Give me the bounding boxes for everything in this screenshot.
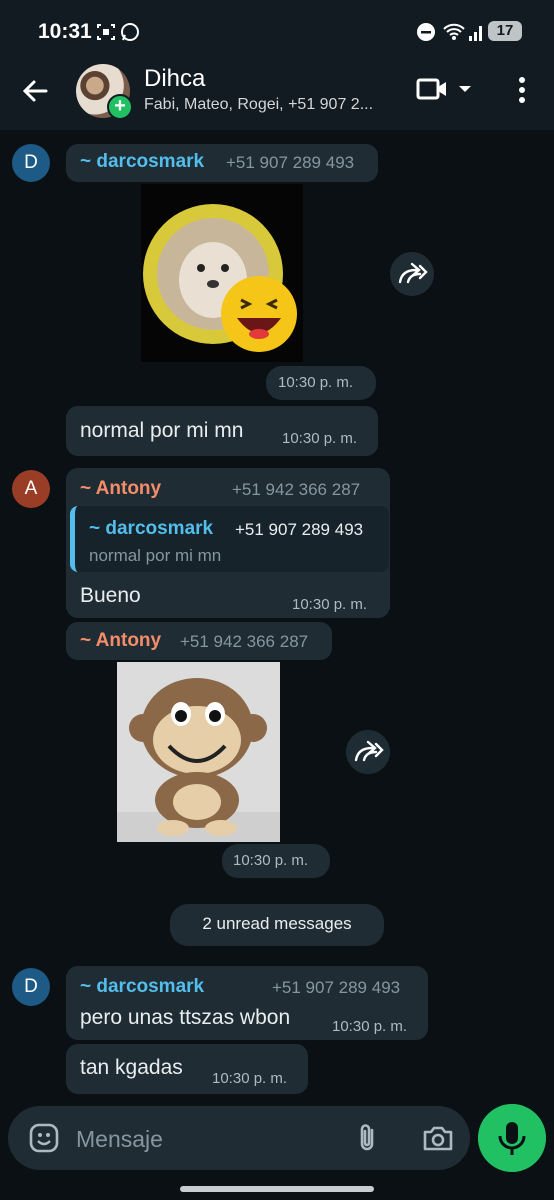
message-time: 10:30 p. m.: [292, 596, 368, 613]
message-time: 10:30 p. m.: [282, 430, 358, 447]
message-bubble[interactable]: ~ Antony +51 942 366 287 ~ darcosmark +5…: [66, 468, 390, 618]
sender-header: ~ Antony +51 942 366 287: [66, 622, 332, 660]
quoted-text: normal por mi mn: [89, 546, 222, 565]
add-member-icon[interactable]: +: [107, 94, 133, 120]
message-text: Bueno: [80, 584, 141, 607]
status-time: 10:31: [38, 20, 92, 43]
sender-avatar[interactable]: A: [12, 470, 50, 508]
sticker-monkey-plush[interactable]: [117, 662, 280, 842]
message-time: 10:30 p. m.: [278, 374, 354, 391]
sender-name[interactable]: ~ darcosmark: [80, 151, 204, 173]
sender-name[interactable]: ~ darcosmark: [80, 976, 204, 998]
message-composer: [8, 1106, 470, 1170]
message-text: tan kgadas: [80, 1056, 183, 1079]
home-indicator: [180, 1186, 374, 1192]
sticker-laughing-dog[interactable]: [141, 184, 303, 362]
sender-phone: +51 942 366 287: [180, 632, 309, 651]
message-time: 10:30 p. m.: [212, 1070, 288, 1087]
sender-phone: +51 907 289 493: [226, 153, 355, 172]
back-arrow-icon[interactable]: [20, 76, 50, 106]
timestamp-pill: 10:30 p. m.: [222, 844, 330, 878]
more-options-icon[interactable]: [514, 76, 530, 104]
chevron-down-icon[interactable]: [458, 84, 472, 94]
unread-messages-divider: 2 unread messages: [170, 904, 384, 946]
quoted-sender: ~ darcosmark: [89, 518, 214, 539]
forward-icon[interactable]: [346, 730, 390, 774]
whatsapp-icon: [121, 23, 139, 41]
message-bubble[interactable]: ~ darcosmark +51 907 289 493 pero unas t…: [66, 966, 428, 1040]
screenshot-icon: [97, 24, 115, 40]
dnd-icon: [417, 23, 435, 41]
sender-phone: +51 907 289 493: [272, 978, 401, 997]
attach-icon[interactable]: [354, 1122, 380, 1154]
emoji-sticker-icon[interactable]: [28, 1122, 60, 1154]
quoted-message[interactable]: ~ darcosmark +51 907 289 493 normal por …: [70, 506, 389, 572]
timestamp-pill: 10:30 p. m.: [266, 366, 376, 400]
message-bubble[interactable]: tan kgadas 10:30 p. m.: [66, 1044, 308, 1094]
message-text: normal por mi mn: [80, 419, 244, 442]
message-bubble[interactable]: normal por mi mn 10:30 p. m.: [66, 406, 378, 456]
status-bar: 10:31 17: [0, 0, 554, 62]
signal-icon: [469, 26, 482, 41]
microphone-button[interactable]: [478, 1104, 546, 1172]
video-call-icon[interactable]: [416, 76, 448, 102]
wifi-icon: [443, 23, 465, 40]
message-time: 10:30 p. m.: [233, 852, 309, 869]
sender-name[interactable]: ~ Antony: [80, 630, 161, 652]
sender-avatar[interactable]: D: [12, 144, 50, 182]
message-time: 10:30 p. m.: [332, 1018, 408, 1035]
sender-phone: +51 942 366 287: [232, 480, 361, 499]
group-members[interactable]: Fabi, Mateo, Rogei, +51 907 2...: [144, 96, 394, 114]
message-text: pero unas ttszas wbon: [80, 1006, 291, 1029]
chat-header: + Dihca Fabi, Mateo, Rogei, +51 907 2...: [0, 62, 554, 130]
sender-name[interactable]: ~ Antony: [80, 478, 161, 500]
group-title[interactable]: Dihca: [144, 65, 205, 93]
forward-icon[interactable]: [390, 252, 434, 296]
message-input[interactable]: [74, 1120, 318, 1158]
quoted-phone: +51 907 289 493: [235, 520, 364, 539]
camera-icon[interactable]: [422, 1124, 454, 1152]
sender-header: ~ darcosmark +51 907 289 493: [66, 144, 378, 182]
sender-avatar[interactable]: D: [12, 968, 50, 1006]
battery-icon: 17: [488, 21, 522, 41]
